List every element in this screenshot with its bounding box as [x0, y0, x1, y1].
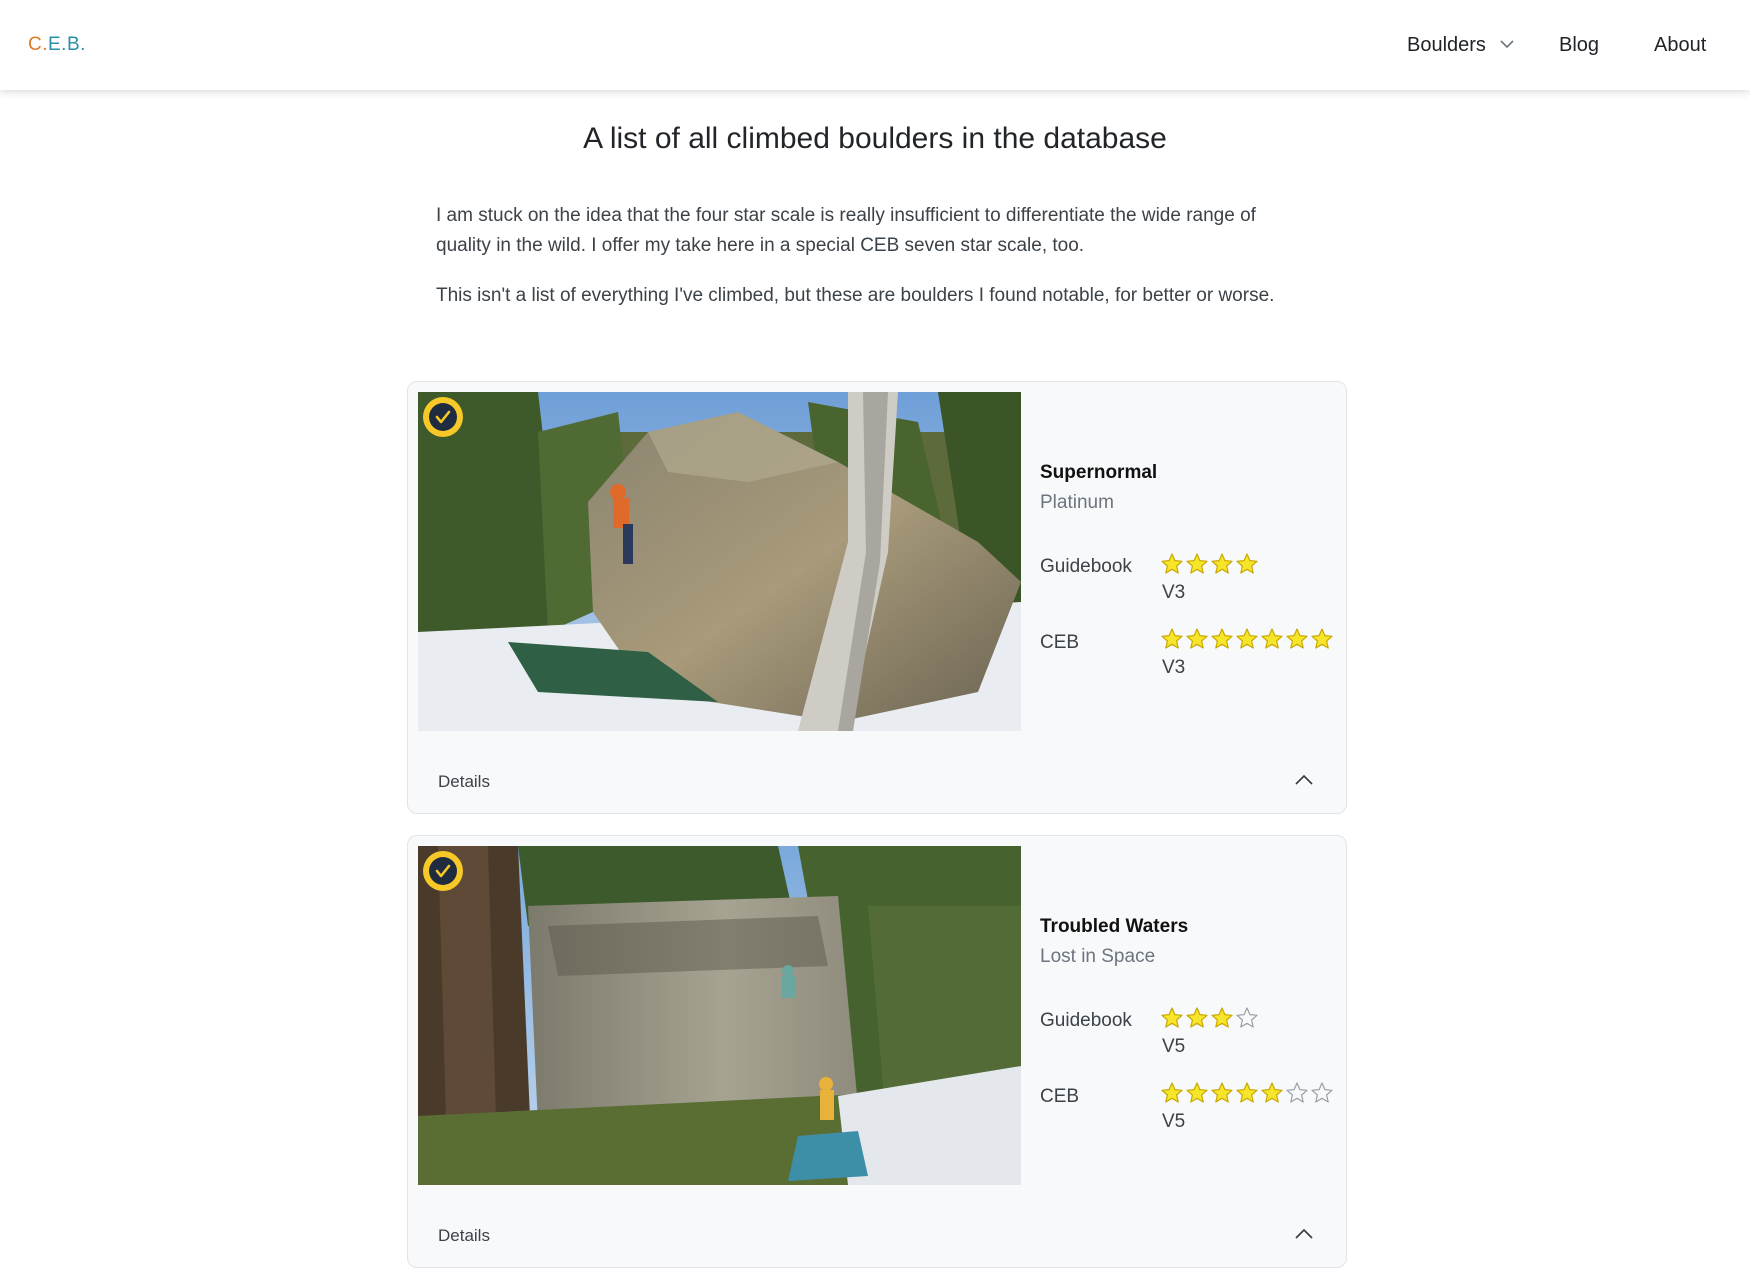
nav-blog[interactable]: Blog [1559, 34, 1599, 57]
ceb-label: CEB [1040, 1086, 1080, 1107]
star-filled-icon [1186, 1007, 1208, 1028]
details-toggle[interactable]: Details [438, 772, 490, 792]
boulder-photo[interactable] [418, 392, 1021, 731]
ceb-grade: V3 [1162, 657, 1186, 678]
boulder-name: Supernormal [1040, 462, 1158, 483]
star-filled-icon [1161, 1007, 1183, 1028]
brand-logo[interactable]: C.E.B. [28, 34, 86, 56]
star-filled-icon [1211, 553, 1233, 574]
page-title: A list of all climbed boulders in the da… [583, 122, 1167, 155]
guidebook-grade: V5 [1162, 1036, 1186, 1057]
guidebook-grade: V3 [1162, 582, 1186, 603]
boulder-area: Lost in Space [1040, 946, 1156, 967]
ceb-grade: V5 [1162, 1111, 1186, 1132]
nav-boulders[interactable]: Boulders [1407, 34, 1486, 57]
star-filled-icon [1211, 1082, 1233, 1103]
star-filled-icon [1211, 628, 1233, 649]
star-filled-icon [1186, 628, 1208, 649]
ceb-label: CEB [1040, 632, 1080, 653]
brand-part-1: C. [28, 34, 48, 55]
star-filled-icon [1186, 553, 1208, 574]
star-empty-icon [1236, 1007, 1258, 1028]
checkmark-icon [435, 410, 451, 424]
boulder-info: Troubled Waters Lost in Space Guidebook … [1040, 916, 1340, 1132]
ceb-stars [1160, 1081, 1334, 1105]
star-filled-icon [1236, 628, 1258, 649]
nav-about[interactable]: About [1654, 34, 1706, 57]
star-filled-icon [1236, 1082, 1258, 1103]
guidebook-label: Guidebook [1040, 1010, 1132, 1031]
guidebook-stars [1160, 552, 1259, 576]
intro-paragraph: This isn't a list of everything I've cli… [436, 285, 1275, 306]
brand-part-2: E.B. [48, 34, 86, 55]
star-filled-icon [1286, 628, 1308, 649]
chevron-up-icon[interactable] [1293, 1226, 1315, 1242]
star-filled-icon [1186, 1082, 1208, 1103]
ceb-stars [1160, 627, 1334, 651]
star-filled-icon [1161, 553, 1183, 574]
star-empty-icon [1311, 1082, 1333, 1103]
star-filled-icon [1236, 553, 1258, 574]
star-filled-icon [1161, 628, 1183, 649]
star-empty-icon [1286, 1082, 1308, 1103]
navbar: C.E.B. Boulders Blog About [0, 0, 1750, 90]
star-filled-icon [1261, 628, 1283, 649]
star-filled-icon [1161, 1082, 1183, 1103]
check-badge-icon [423, 397, 463, 437]
boulder-card: Troubled Waters Lost in Space Guidebook … [407, 835, 1347, 1268]
guidebook-label: Guidebook [1040, 556, 1132, 577]
boulder-photo[interactable] [418, 846, 1021, 1185]
boulder-info: Supernormal Platinum Guidebook V3 CEB V3 [1040, 462, 1340, 678]
star-filled-icon [1261, 1082, 1283, 1103]
star-filled-icon [1211, 1007, 1233, 1028]
boulder-card: Supernormal Platinum Guidebook V3 CEB V3… [407, 381, 1347, 814]
boulder-area: Platinum [1040, 492, 1114, 513]
checkmark-icon [435, 864, 451, 878]
chevron-down-icon[interactable] [1498, 37, 1516, 51]
details-toggle[interactable]: Details [438, 1226, 490, 1246]
guidebook-stars [1160, 1006, 1259, 1030]
chevron-up-icon[interactable] [1293, 772, 1315, 788]
intro-paragraph: I am stuck on the idea that the four sta… [436, 205, 1256, 256]
boulder-name: Troubled Waters [1040, 916, 1189, 937]
star-filled-icon [1311, 628, 1333, 649]
check-badge-icon [423, 851, 463, 891]
